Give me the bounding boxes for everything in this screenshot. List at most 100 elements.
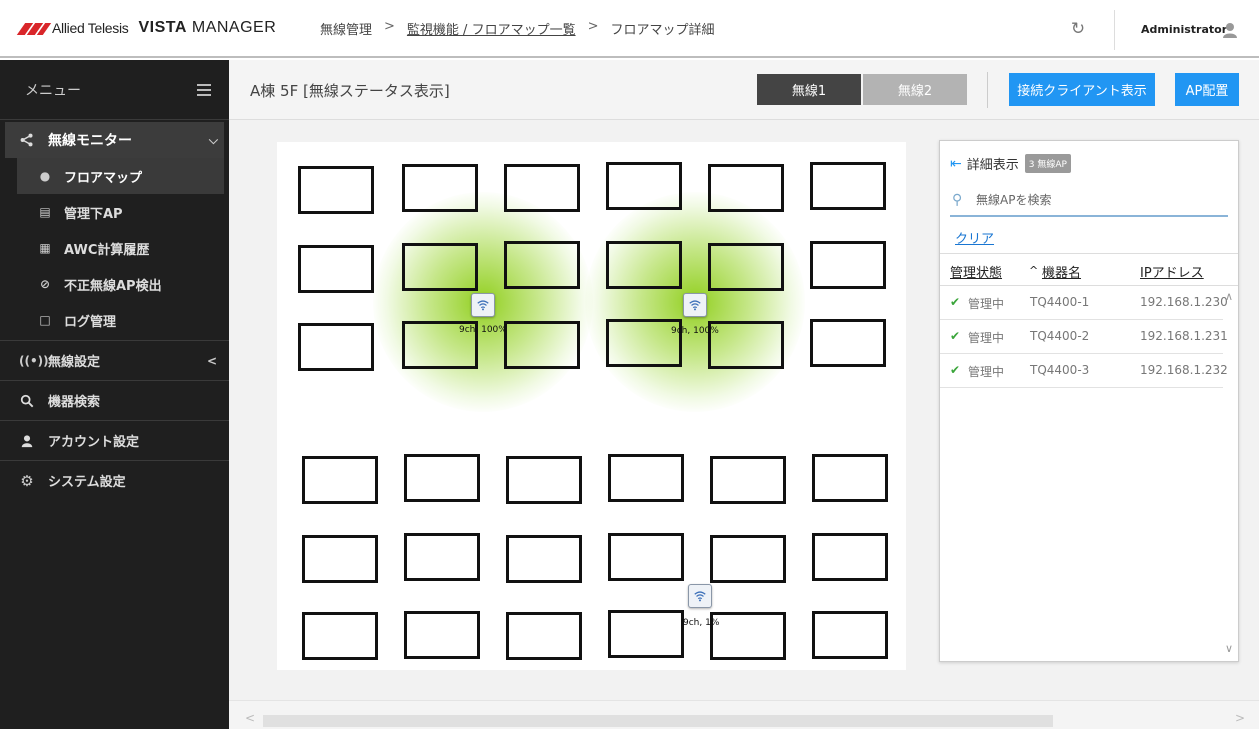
ip-address: 192.168.1.232 [1140,363,1228,377]
wifi-icon [477,300,489,311]
ban-icon: ⊘ [39,277,51,291]
brand-name: Allied Telesis [52,20,129,36]
desk [404,454,480,502]
sidebar-item-label: AWC計算履歴 [64,242,150,258]
hamburger-icon[interactable] [197,83,211,96]
user-icon[interactable] [1222,22,1238,38]
ap-search-input[interactable] [976,193,1216,207]
show-clients-button[interactable]: 接続クライアント表示 [1009,73,1155,106]
desk [302,456,378,504]
desk [402,164,478,212]
share-icon [20,133,33,147]
desk [298,166,374,214]
app-logo[interactable]: Allied Telesis VISTA MANAGER [15,18,276,38]
breadcrumb-item-floormap-list[interactable]: 監視機能 / フロアマップ一覧 [407,19,576,38]
refresh-icon[interactable]: ↻ [1069,20,1087,38]
sidebar-item-label: システム設定 [48,475,126,490]
desk [708,321,784,369]
device-name: TQ4400-3 [1030,363,1090,377]
clear-link[interactable]: クリア [955,228,994,247]
desk [302,612,378,660]
horizontal-scrollbar[interactable]: < > [229,700,1259,729]
desk [606,162,682,210]
desk [710,612,786,660]
desk [504,321,580,369]
desk [404,533,480,581]
access-point-label: 9ch, 100% [459,325,507,335]
check-icon: ✔ [950,295,961,309]
ip-address: 192.168.1.230 [1140,295,1228,309]
device-name: TQ4400-2 [1030,329,1090,343]
desk [708,243,784,291]
status-text: 管理中 [968,331,1005,345]
table-row[interactable]: ✔ 管理中 TQ4400-2 192.168.1.231 [940,320,1228,354]
access-point-label: 9ch, 1% [683,618,720,628]
column-header-ip[interactable]: IPアドレス [1140,262,1204,281]
desk [710,535,786,583]
tab-radio1[interactable]: 無線1 [757,74,861,105]
detail-panel-header[interactable]: ⇤ 詳細表示 3 無線AP [950,154,1071,173]
user-icon [21,434,33,447]
wifi-icon [694,591,706,602]
sidebar-item-wireless-monitor[interactable]: 無線モニター ⌵ [5,122,224,158]
breadcrumb: 無線管理 > 監視機能 / フロアマップ一覧 > フロアマップ詳細 [320,19,715,38]
user-name[interactable]: Administrator [1141,23,1227,36]
desk [506,535,582,583]
device-icon: ▤ [39,205,51,219]
sidebar-item-wireless-settings[interactable]: ((•)) 無線設定 < [0,340,229,380]
access-point-marker[interactable] [688,584,712,608]
access-point-marker[interactable] [471,293,495,317]
search-icon: ⚲ [952,192,963,208]
desk [404,611,480,659]
document-icon: □ [39,313,51,327]
chevron-left-icon[interactable]: < [245,711,255,725]
sidebar-item-log[interactable]: □ ログ管理 [17,302,224,338]
breadcrumb-item-current: フロアマップ詳細 [610,23,715,38]
sidebar-item-label: 機器検索 [48,395,101,410]
gear-icon: ⚙ [20,471,34,490]
access-point-label: 9ch, 100% [671,326,719,336]
sidebar-item-system-settings[interactable]: ⚙ システム設定 [0,460,229,500]
chevron-up-icon[interactable]: ∧ [1225,290,1233,303]
access-point-marker[interactable] [683,293,707,317]
floor-map[interactable]: 9ch, 100% 9ch, 100% 9ch, 1% [277,142,906,670]
desk [608,454,684,502]
sidebar-item-awc-history[interactable]: ▦ AWC計算履歴 [17,230,224,266]
table-row[interactable]: ✔ 管理中 TQ4400-1 192.168.1.230 [940,286,1228,320]
sidebar-item-account[interactable]: アカウント設定 [0,420,229,460]
sidebar-item-label: 無線モニター [48,133,132,149]
desk [810,241,886,289]
detail-panel: ⇤ 詳細表示 3 無線AP ⚲ クリア 管理状態 ^ 機器名 IPアドレス ✔ … [939,140,1239,662]
desk [298,245,374,293]
chevron-down-icon[interactable]: ∨ [1225,642,1233,655]
ip-address: 192.168.1.231 [1140,329,1228,343]
header-divider [1114,10,1115,50]
sidebar-item-floormap[interactable]: ● フロアマップ [17,158,224,194]
place-ap-button[interactable]: AP配置 [1175,73,1239,106]
desk [506,612,582,660]
chevron-right-icon[interactable]: > [1235,711,1245,725]
breadcrumb-separator: > [587,19,599,34]
sidebar-item-managed-ap[interactable]: ▤ 管理下AP [17,194,224,230]
chevron-down-icon: ⌵ [208,133,218,147]
desk [810,162,886,210]
tab-radio2[interactable]: 無線2 [863,74,967,105]
desk [608,533,684,581]
product-name: VISTA MANAGER [138,19,277,36]
desk [710,456,786,504]
sidebar-item-label: 不正無線AP検出 [64,278,162,294]
desk [708,164,784,212]
sidebar-item-rogue-ap[interactable]: ⊘ 不正無線AP検出 [17,266,224,302]
table-row[interactable]: ✔ 管理中 TQ4400-3 192.168.1.232 [940,354,1228,388]
scrollbar-thumb[interactable] [263,715,1053,727]
ap-table-header: 管理状態 ^ 機器名 IPアドレス [940,253,1238,286]
column-header-name[interactable]: 機器名 [1042,262,1081,281]
sidebar-item-device-search[interactable]: 機器検索 [0,380,229,420]
status-text: 管理中 [968,365,1005,379]
nav-group-wireless-monitor: 無線モニター ⌵ ● フロアマップ ▤ 管理下AP ▦ AWC計算履歴 ⊘ 不正… [5,122,224,338]
breadcrumb-separator: > [384,19,395,34]
sidebar-item-label: フロアマップ [64,170,143,186]
panel-scrollbar[interactable]: ∧ ∨ [1223,286,1238,661]
desk [402,243,478,291]
column-header-status[interactable]: 管理状態 [950,262,1002,281]
